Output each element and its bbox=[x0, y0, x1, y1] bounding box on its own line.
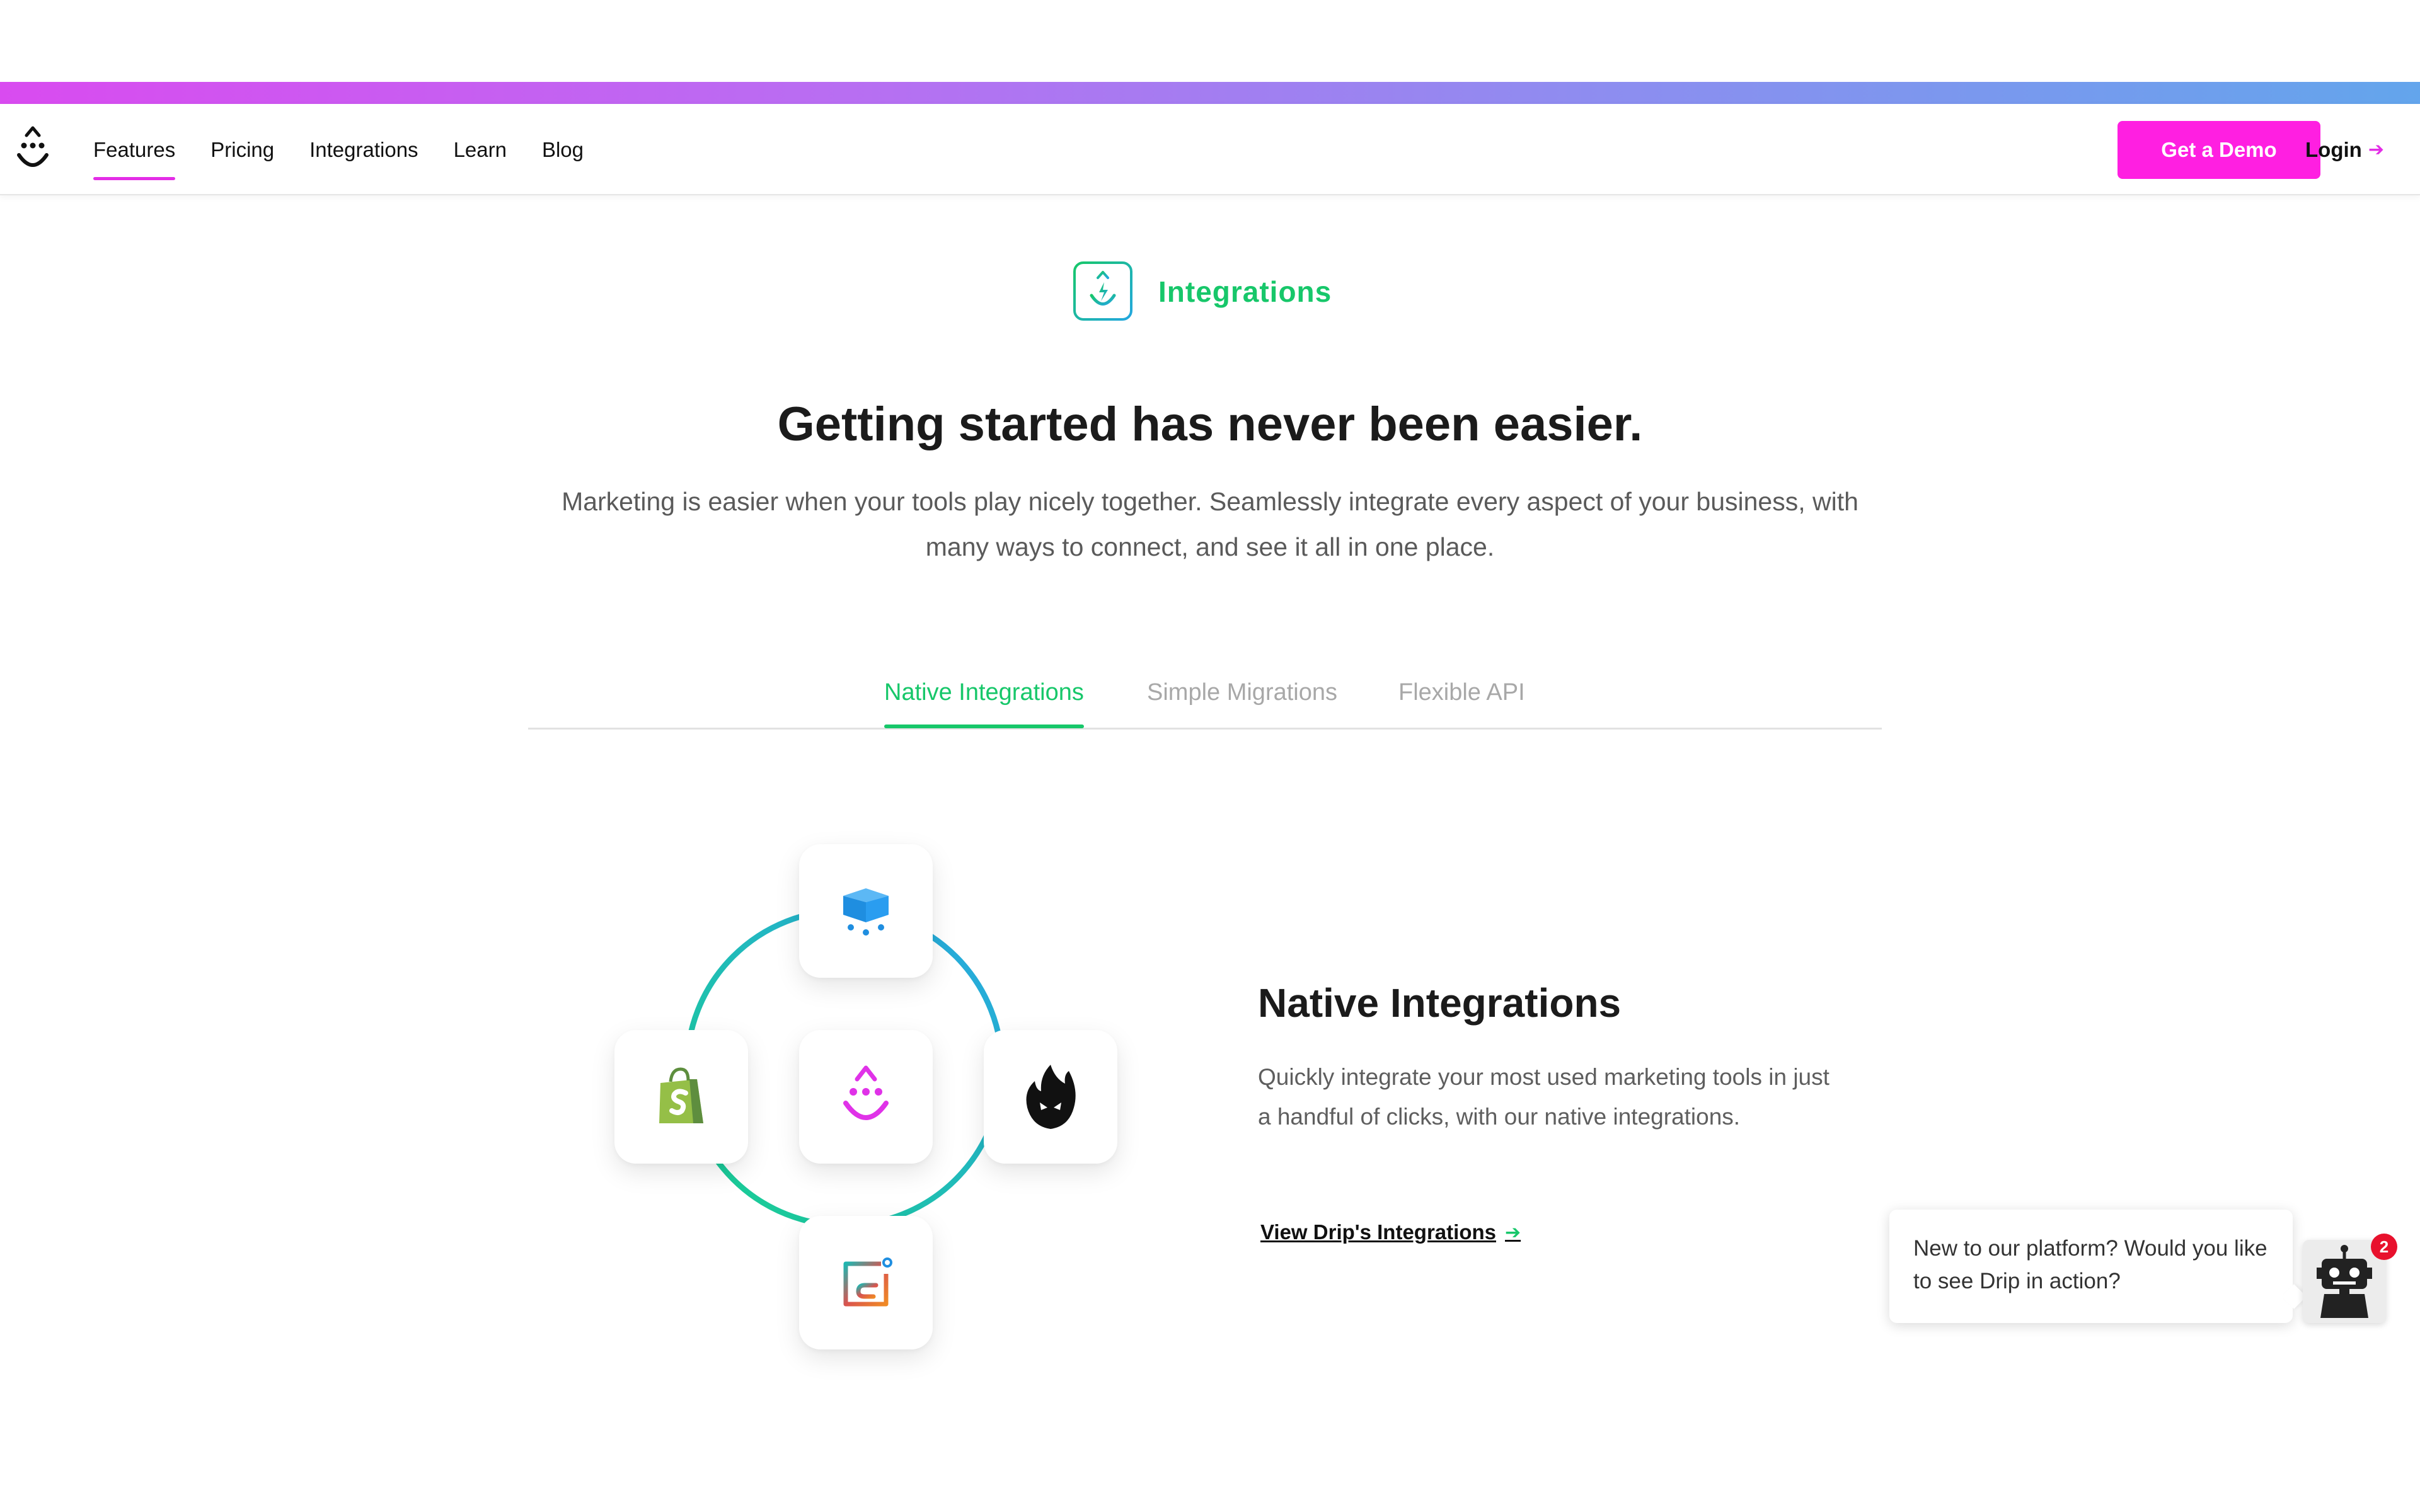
page-headline: Getting started has never been easier. bbox=[777, 398, 1643, 451]
chat-message: New to our platform? Would you like to s… bbox=[1913, 1236, 2267, 1293]
arrow-right-icon: ➔ bbox=[2368, 139, 2384, 160]
drip-logo-icon bbox=[843, 1065, 889, 1120]
nav-link-features[interactable]: Features bbox=[93, 104, 176, 195]
feature-description: Quickly integrate your most used marketi… bbox=[1258, 1064, 1829, 1130]
tab-flexible-api[interactable]: Flexible API bbox=[1398, 679, 1525, 706]
page-subtext: Marketing is easier when your tools play… bbox=[562, 487, 1858, 561]
top-gradient-bar bbox=[0, 82, 2420, 104]
section-label: Integrations bbox=[1158, 275, 1332, 308]
arrow-right-icon: ➔ bbox=[1505, 1222, 1521, 1243]
tab-simple-migrations[interactable]: Simple Migrations bbox=[1147, 679, 1337, 706]
nav-link-blog[interactable]: Blog bbox=[542, 104, 584, 195]
drip-bolt-icon bbox=[1073, 261, 1132, 321]
flame-icon bbox=[1026, 1065, 1076, 1129]
tabs-divider bbox=[528, 728, 1882, 730]
notification-badge: 2 bbox=[2371, 1234, 2397, 1260]
view-integrations-label: View Drip's Integrations bbox=[1260, 1220, 1496, 1244]
integration-tile-connector[interactable] bbox=[799, 1216, 933, 1349]
drip-logo-icon[interactable] bbox=[14, 126, 52, 174]
top-navbar: Features Pricing Integrations Learn Blog… bbox=[0, 104, 2420, 195]
integration-tile-cart[interactable] bbox=[799, 844, 933, 978]
shopify-icon bbox=[659, 1067, 703, 1123]
cart-icon bbox=[843, 888, 889, 936]
get-demo-button[interactable]: Get a Demo bbox=[2118, 121, 2320, 179]
integration-tile-flame[interactable] bbox=[984, 1030, 1117, 1164]
tab-native-integrations[interactable]: Native Integrations bbox=[884, 679, 1084, 728]
login-label: Login bbox=[2305, 137, 2362, 161]
integrations-diagram bbox=[605, 838, 1128, 1373]
connector-icon bbox=[843, 1257, 892, 1307]
nav-links: Features Pricing Integrations Learn Blog bbox=[93, 104, 584, 195]
nav-link-pricing[interactable]: Pricing bbox=[210, 104, 274, 195]
nav-link-integrations[interactable]: Integrations bbox=[309, 104, 418, 195]
integration-tile-shopify[interactable] bbox=[614, 1030, 748, 1164]
nav-link-learn[interactable]: Learn bbox=[454, 104, 507, 195]
view-integrations-link[interactable]: View Drip's Integrations ➔ bbox=[1260, 1220, 1521, 1244]
chat-prompt-bubble[interactable]: New to our platform? Would you like to s… bbox=[1889, 1210, 2293, 1323]
login-link[interactable]: Login ➔ bbox=[2305, 104, 2384, 195]
feature-title: Native Integrations bbox=[1258, 980, 1622, 1026]
integration-tile-drip[interactable] bbox=[799, 1030, 933, 1164]
